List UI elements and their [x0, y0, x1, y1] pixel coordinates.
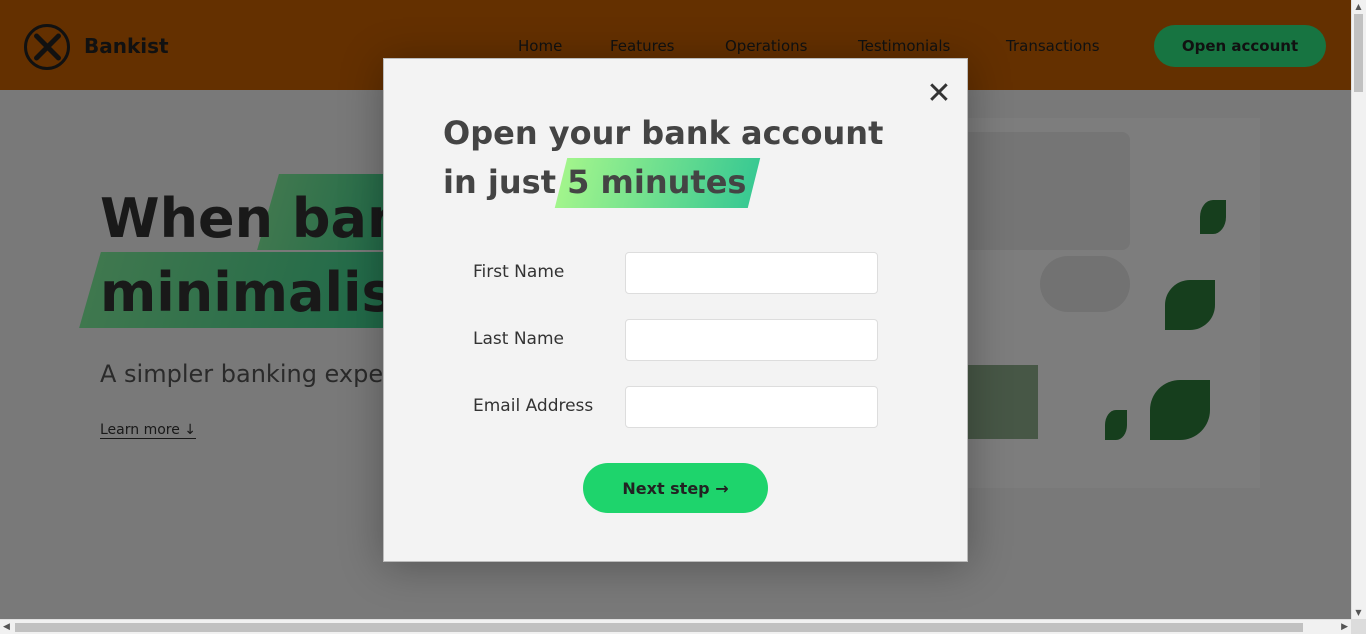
- modal-title: Open your bank account in just 5 minutes: [443, 109, 913, 207]
- last-name-input[interactable]: [625, 319, 878, 361]
- vertical-scroll-thumb[interactable]: [1354, 14, 1363, 92]
- scroll-left-icon[interactable]: ◀: [3, 622, 10, 632]
- highlight-text: 5 minutes: [567, 163, 747, 201]
- scrollbar-corner: [1351, 619, 1366, 634]
- last-name-row: Last Name: [473, 319, 893, 361]
- first-name-input[interactable]: [625, 252, 878, 294]
- email-label: Email Address: [473, 396, 594, 416]
- email-input[interactable]: [625, 386, 878, 428]
- last-name-label: Last Name: [473, 329, 564, 349]
- scroll-right-icon[interactable]: ▶: [1341, 622, 1348, 632]
- modal-title-line: in just 5 minutes: [443, 158, 913, 207]
- first-name-row: First Name: [473, 252, 893, 294]
- vertical-scrollbar[interactable]: ▲ ▼: [1351, 0, 1366, 619]
- scroll-up-icon[interactable]: ▲: [1354, 2, 1363, 11]
- first-name-label: First Name: [473, 262, 565, 282]
- horizontal-scroll-thumb[interactable]: [15, 623, 1303, 632]
- modal-title-highlight: 5 minutes: [567, 158, 746, 207]
- scroll-down-icon[interactable]: ▼: [1354, 608, 1363, 617]
- horizontal-scrollbar[interactable]: ◀ ▶: [0, 619, 1351, 634]
- close-icon[interactable]: ✕: [924, 79, 954, 109]
- open-account-modal: ✕ Open your bank account in just 5 minut…: [383, 58, 968, 562]
- modal-title-prefix: in just: [443, 163, 556, 201]
- modal-title-line: Open your bank account: [443, 114, 884, 152]
- next-step-button[interactable]: Next step →: [583, 463, 768, 513]
- email-row: Email Address: [473, 386, 893, 428]
